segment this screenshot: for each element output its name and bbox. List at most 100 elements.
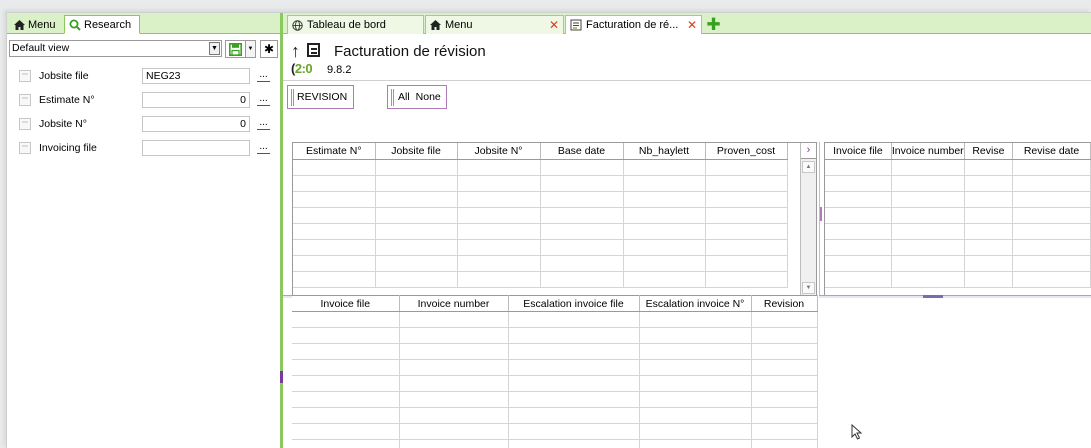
table-cell[interactable] — [375, 207, 458, 224]
table-cell[interactable] — [292, 327, 400, 344]
table-row[interactable] — [293, 271, 788, 288]
table-cell[interactable] — [508, 327, 640, 344]
tab-research[interactable]: Research — [64, 15, 140, 34]
table-cell[interactable] — [508, 343, 640, 360]
table-cell[interactable] — [891, 271, 965, 288]
table-cell[interactable] — [1012, 191, 1091, 208]
table-cell[interactable] — [964, 271, 1014, 288]
table-cell[interactable] — [705, 239, 788, 256]
table-cell[interactable] — [293, 223, 376, 240]
table-row[interactable] — [292, 375, 818, 392]
table-cell[interactable] — [623, 239, 706, 256]
table-row[interactable] — [825, 223, 1091, 240]
table-cell[interactable] — [751, 423, 818, 440]
select-all-button[interactable]: All — [398, 86, 410, 108]
table-cell[interactable] — [751, 439, 818, 448]
table-cell[interactable] — [375, 191, 458, 208]
table-cell[interactable] — [825, 271, 892, 288]
select-none-button[interactable]: None — [416, 86, 441, 108]
table-cell[interactable] — [705, 159, 788, 176]
estimates-grid[interactable]: Estimate N° Jobsite file Jobsite N° Base… — [292, 142, 817, 297]
table-cell[interactable] — [292, 439, 400, 448]
table-cell[interactable] — [399, 359, 509, 376]
table-cell[interactable] — [293, 159, 376, 176]
table-cell[interactable] — [508, 407, 640, 424]
table-cell[interactable] — [891, 255, 965, 272]
gear-icon[interactable]: ✱ — [260, 40, 278, 58]
table-cell[interactable] — [457, 223, 541, 240]
table-cell[interactable] — [623, 207, 706, 224]
field-checkbox[interactable] — [19, 118, 31, 130]
table-cell[interactable] — [825, 159, 892, 176]
table-cell[interactable] — [508, 391, 640, 408]
table-cell[interactable] — [751, 359, 818, 376]
table-cell[interactable] — [1012, 255, 1091, 272]
table-cell[interactable] — [1012, 239, 1091, 256]
table-cell[interactable] — [639, 407, 752, 424]
table-row[interactable] — [293, 175, 788, 192]
splitter-grip[interactable] — [820, 207, 822, 221]
save-view-button[interactable] — [225, 40, 246, 58]
column-header[interactable]: Escalation invoice file — [508, 295, 640, 312]
escalation-grid[interactable]: Invoice file Invoice number Escalation i… — [292, 295, 819, 448]
table-cell[interactable] — [399, 391, 509, 408]
table-cell[interactable] — [457, 207, 541, 224]
tab-facturation[interactable]: Facturation de ré... ✕ — [565, 15, 702, 34]
table-cell[interactable] — [964, 255, 1014, 272]
tab-menu[interactable]: Menu ✕ — [425, 15, 564, 34]
table-row[interactable] — [292, 311, 818, 328]
table-cell[interactable] — [540, 207, 624, 224]
revision-filter-button[interactable]: REVISION — [287, 85, 354, 109]
table-cell[interactable] — [964, 223, 1014, 240]
column-header[interactable]: Invoice file — [292, 295, 400, 312]
table-cell[interactable] — [375, 271, 458, 288]
table-cell[interactable] — [639, 375, 752, 392]
table-cell[interactable] — [639, 311, 752, 328]
column-header[interactable]: Invoice number — [891, 143, 965, 160]
table-cell[interactable] — [399, 327, 509, 344]
scroll-down-icon[interactable]: ▼ — [802, 282, 815, 294]
table-row[interactable] — [292, 407, 818, 424]
scroll-up-icon[interactable]: ▲ — [802, 161, 815, 173]
table-cell[interactable] — [292, 375, 400, 392]
jobsite-file-input[interactable]: NEG23 — [142, 68, 250, 84]
column-header[interactable]: Jobsite file — [375, 143, 458, 160]
save-dropdown-icon[interactable]: ▼ — [246, 40, 256, 58]
grid-splitter-vertical[interactable] — [819, 142, 822, 297]
table-cell[interactable] — [508, 359, 640, 376]
splitter-grip[interactable] — [923, 295, 943, 298]
table-cell[interactable] — [751, 375, 818, 392]
field-checkbox[interactable] — [19, 142, 31, 154]
table-row[interactable] — [825, 271, 1091, 288]
table-cell[interactable] — [292, 423, 400, 440]
column-header[interactable]: Revise date — [1012, 143, 1091, 160]
table-cell[interactable] — [964, 175, 1014, 192]
table-cell[interactable] — [375, 239, 458, 256]
column-header[interactable]: Base date — [540, 143, 624, 160]
table-cell[interactable] — [292, 359, 400, 376]
table-cell[interactable] — [457, 271, 541, 288]
column-header[interactable]: Nb_haylett — [623, 143, 706, 160]
table-cell[interactable] — [375, 175, 458, 192]
table-cell[interactable] — [705, 223, 788, 240]
table-cell[interactable] — [375, 223, 458, 240]
table-row[interactable] — [292, 391, 818, 408]
table-cell[interactable] — [293, 175, 376, 192]
column-header[interactable]: Estimate N° — [293, 143, 376, 160]
table-cell[interactable] — [705, 207, 788, 224]
table-cell[interactable] — [399, 311, 509, 328]
column-header[interactable]: Jobsite N° — [457, 143, 541, 160]
vertical-scrollbar[interactable]: › ▲ ▼ — [800, 143, 816, 296]
table-cell[interactable] — [1012, 271, 1091, 288]
table-cell[interactable] — [891, 239, 965, 256]
table-cell[interactable] — [891, 207, 965, 224]
table-row[interactable] — [825, 175, 1091, 192]
table-cell[interactable] — [399, 439, 509, 448]
table-row[interactable] — [292, 439, 818, 448]
table-cell[interactable] — [457, 255, 541, 272]
table-row[interactable] — [292, 423, 818, 440]
table-cell[interactable] — [705, 255, 788, 272]
table-cell[interactable] — [508, 375, 640, 392]
field-checkbox[interactable] — [19, 94, 31, 106]
browse-button[interactable]: ... — [257, 68, 270, 82]
